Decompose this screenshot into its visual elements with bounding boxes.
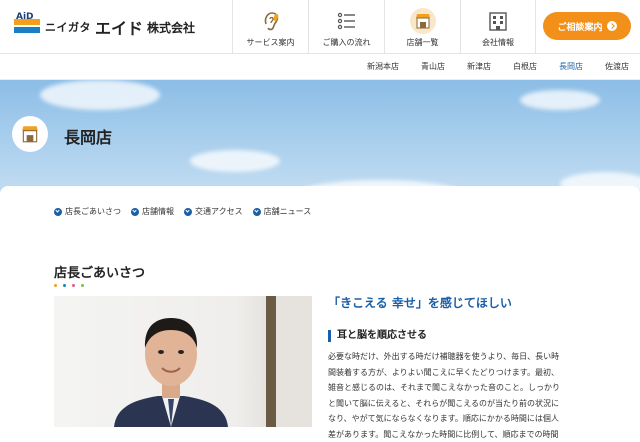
store-nav: 新潟本店 青山店 新津店 白根店 長岡店 佐渡店 <box>0 54 640 80</box>
body-line: 必要な時だけ、外出する時だけ補聴器を使うより、毎日、長い時 <box>328 349 588 365</box>
catch-copy: 「きこえる 幸せ」を感じてほしい <box>328 294 512 311</box>
anchor-link[interactable]: 交通アクセス <box>184 206 243 217</box>
shop-icon <box>12 116 48 152</box>
decor-dot <box>54 284 57 287</box>
logo-mark-text: AiD <box>16 12 34 22</box>
arrow-right-icon <box>607 21 617 31</box>
manager-photo <box>54 296 312 427</box>
anchor-link[interactable]: 店長ごあいさつ <box>54 206 121 217</box>
anchor-link[interactable]: 店舗ニュース <box>253 206 312 217</box>
store-link[interactable]: 新潟本店 <box>367 61 399 72</box>
nav-label: 会社情報 <box>482 37 514 48</box>
title-decoration <box>54 284 90 287</box>
page-hero: 長岡店 <box>0 80 640 200</box>
shop-icon <box>410 8 436 34</box>
anchor-label: 店舗情報 <box>142 206 174 217</box>
store-link[interactable]: 佐渡店 <box>605 61 629 72</box>
logo-suffix: 株式会社 <box>147 19 195 36</box>
logo-prefix: ニイガタ <box>45 19 91 35</box>
body-line: 間装着する方が、よりよい聞こえに早くたどりつけます。最初、 <box>328 365 588 381</box>
subheading: 耳と脳を順応させる <box>328 330 427 342</box>
nav-item-company[interactable]: 会社情報 <box>460 0 536 53</box>
decor-dot <box>63 284 66 287</box>
store-link[interactable]: 長岡店 <box>559 61 583 72</box>
logo-brand: エイド <box>95 15 143 39</box>
anchor-links: 店長ごあいさつ 店舗情報 交通アクセス 店舗ニュース <box>54 206 321 217</box>
greeting-text: 必要な時だけ、外出する時だけ補聴器を使うより、毎日、長い時間装着する方が、よりよ… <box>328 349 588 442</box>
anchor-label: 店長ごあいさつ <box>65 206 121 217</box>
anchor-label: 店舗ニュース <box>264 206 312 217</box>
store-link[interactable]: 青山店 <box>421 61 445 72</box>
logo[interactable]: AiD ニイガタ エイド 株式会社 <box>14 15 195 39</box>
anchor-link[interactable]: 店舗情報 <box>131 206 174 217</box>
checklist-icon <box>334 8 360 34</box>
chevron-down-icon <box>131 208 139 216</box>
global-nav: サービス案内 ご購入の流れ 店舗一覧 会社情報 <box>232 0 536 53</box>
body-line: 雑音と感じるのは、それまで聞こえなかった音のこと。しっかり <box>328 380 588 396</box>
nav-item-service[interactable]: サービス案内 <box>232 0 308 53</box>
ear-icon <box>258 8 284 34</box>
decor-dot <box>72 284 75 287</box>
consult-button[interactable]: ご相談案内 <box>543 12 631 40</box>
chevron-down-icon <box>54 208 62 216</box>
nav-item-stores[interactable]: 店舗一覧 <box>384 0 460 53</box>
nav-label: 店舗一覧 <box>407 37 439 48</box>
decor-dot <box>81 284 84 287</box>
anchor-label: 交通アクセス <box>195 206 243 217</box>
nav-label: サービス案内 <box>247 37 295 48</box>
chevron-down-icon <box>253 208 261 216</box>
page-title: 長岡店 <box>64 124 112 148</box>
site-header: AiD ニイガタ エイド 株式会社 サービス案内 ご購入の流れ 店舗一覧 <box>0 0 640 54</box>
nav-label: ご購入の流れ <box>323 37 371 48</box>
building-icon <box>485 8 511 34</box>
body-line: なり、やがて気にならなくなります。順応にかかる時間には個人 <box>328 411 588 427</box>
chevron-down-icon <box>184 208 192 216</box>
nav-item-purchase-flow[interactable]: ご購入の流れ <box>308 0 384 53</box>
content-card: 店長ごあいさつ 店舗情報 交通アクセス 店舗ニュース 店長ごあいさつ 「きこえる 幸せ… <box>0 186 640 427</box>
logo-mark: AiD <box>14 15 40 39</box>
store-link[interactable]: 白根店 <box>513 61 537 72</box>
body-line: 差があります。聞こえなかった時間に比例して、順応までの時間 <box>328 427 588 442</box>
body-line: と聞いて脳に伝えると、それらが聞こえるのが当たり前の状況に <box>328 396 588 412</box>
store-link[interactable]: 新津店 <box>467 61 491 72</box>
consult-button-label: ご相談案内 <box>557 20 602 33</box>
section-title: 店長ごあいさつ <box>54 262 145 281</box>
